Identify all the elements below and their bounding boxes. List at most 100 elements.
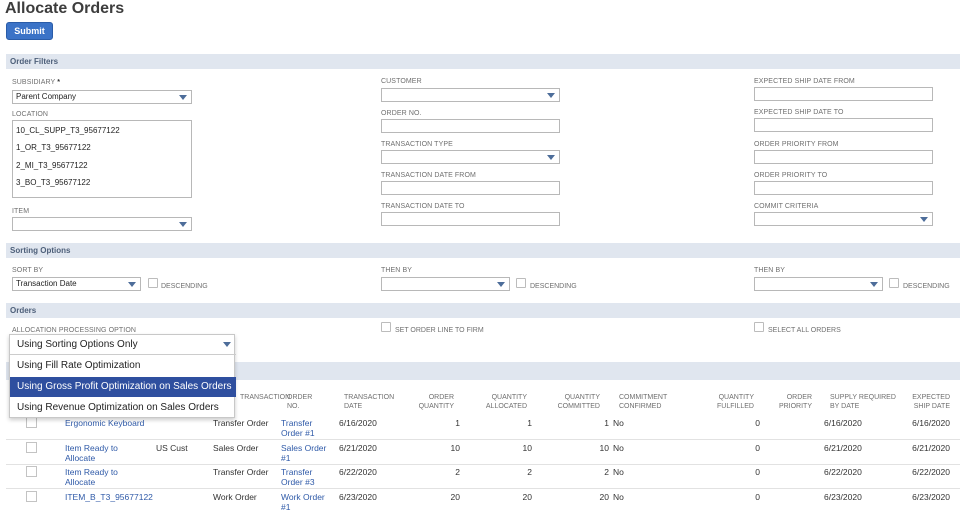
- supply-date-cell: 6/16/2020: [824, 418, 862, 428]
- order-link[interactable]: Transfer Order #1: [281, 418, 315, 438]
- ship-date-cell: 6/16/2020: [912, 418, 950, 428]
- allocation-option-fill-rate[interactable]: Using Fill Rate Optimization: [10, 356, 236, 376]
- committed-qty-cell: 1: [604, 418, 609, 428]
- then-by-label-1: THEN BY: [381, 267, 413, 274]
- submit-button[interactable]: Submit: [6, 22, 53, 40]
- row-divider: [6, 488, 960, 489]
- location-option[interactable]: 1_OR_T3_95677122: [16, 143, 91, 152]
- ship-date-cell: 6/22/2020: [912, 467, 950, 477]
- date-cell: 6/22/2020: [339, 467, 377, 477]
- col-header-quantity-allocated: QUANTITY ALLOCATED: [485, 394, 527, 410]
- sort-by-select[interactable]: Transaction Date: [12, 277, 141, 291]
- confirmed-cell: No: [613, 492, 624, 502]
- descending-checkbox-3[interactable]: [889, 278, 899, 288]
- allocation-option-dropdown[interactable]: Using Sorting Options Only Using Fill Ra…: [9, 334, 236, 418]
- col-header-supply-required: SUPPLY REQUIRED BY DATE: [830, 394, 896, 410]
- confirmed-cell: No: [613, 443, 624, 453]
- committed-qty-cell: 2: [604, 467, 609, 477]
- chevron-down-icon: [870, 282, 878, 287]
- order-no-label: ORDER NO.: [381, 110, 422, 117]
- fulfilled-cell: 0: [755, 492, 760, 502]
- col-header-order-no: ORDER NO.: [287, 394, 313, 410]
- descending-checkbox-2[interactable]: [516, 278, 526, 288]
- allocation-option-gross-profit[interactable]: Using Gross Profit Optimization on Sales…: [10, 377, 236, 397]
- order-priority-from-input[interactable]: [754, 150, 933, 164]
- item-link[interactable]: Item Ready to Allocate: [65, 467, 118, 487]
- transaction-type-select[interactable]: [381, 150, 560, 164]
- col-header-quantity-fulfilled: QUANTITY FULFILLED: [717, 394, 754, 410]
- select-all-orders-label: SELECT ALL ORDERS: [768, 327, 841, 334]
- col-header-order-quantity: ORDER QUANTITY: [418, 394, 454, 410]
- order-qty-cell: 10: [450, 443, 460, 453]
- then-by-select-1[interactable]: [381, 277, 510, 291]
- col-header-expected-ship-date: EXPECTED SHIP DATE: [912, 394, 950, 410]
- allocation-option-label: ALLOCATION PROCESSING OPTION: [12, 327, 137, 334]
- confirmed-cell: No: [613, 418, 624, 428]
- fulfilled-cell: 0: [755, 443, 760, 453]
- row-checkbox[interactable]: [26, 491, 37, 502]
- alloc-qty-cell: 20: [522, 492, 532, 502]
- order-link[interactable]: Transfer Order #3: [281, 467, 315, 487]
- transaction-date-to-label: TRANSACTION DATE TO: [381, 203, 465, 210]
- allocation-option-revenue[interactable]: Using Revenue Optimization on Sales Orde…: [10, 398, 236, 418]
- supply-date-cell: 6/23/2020: [824, 492, 862, 502]
- commit-criteria-select[interactable]: [754, 212, 933, 226]
- row-checkbox[interactable]: [26, 442, 37, 453]
- type-cell: Transfer Order: [213, 418, 269, 428]
- descending-checkbox-1[interactable]: [148, 278, 158, 288]
- fulfilled-cell: 0: [755, 467, 760, 477]
- type-cell: Transfer Order: [213, 467, 269, 477]
- allocation-option-toggle[interactable]: [217, 337, 235, 352]
- set-order-line-firm-label: SET ORDER LINE TO FIRM: [395, 327, 484, 334]
- col-header-quantity-committed: QUANTITY COMMITTED: [557, 394, 600, 410]
- committed-qty-cell: 20: [599, 492, 609, 502]
- transaction-date-from-input[interactable]: [381, 181, 560, 195]
- supply-date-cell: 6/21/2020: [824, 443, 862, 453]
- date-cell: 6/23/2020: [339, 492, 377, 502]
- row-divider: [6, 439, 960, 440]
- supply-date-cell: 6/22/2020: [824, 467, 862, 477]
- order-qty-cell: 20: [450, 492, 460, 502]
- descending-label-2: DESCENDING: [530, 283, 577, 290]
- order-priority-to-input[interactable]: [754, 181, 933, 195]
- select-all-orders-checkbox[interactable]: [754, 322, 764, 332]
- customer-select[interactable]: [381, 88, 560, 102]
- alloc-qty-cell: 10: [522, 443, 532, 453]
- col-header-transaction: TRANSACTION: [240, 394, 291, 401]
- order-qty-cell: 2: [455, 467, 460, 477]
- location-option[interactable]: 3_BO_T3_95677122: [16, 178, 90, 187]
- order-no-input[interactable]: [381, 119, 560, 133]
- order-priority-to-label: ORDER PRIORITY TO: [754, 172, 828, 179]
- location-listbox[interactable]: 10_CL_SUPP_T3_95677122 1_OR_T3_95677122 …: [12, 120, 192, 198]
- section-orders: Orders: [6, 303, 960, 318]
- then-by-label-2: THEN BY: [754, 267, 786, 274]
- row-checkbox[interactable]: [26, 466, 37, 477]
- chevron-down-icon: [920, 217, 928, 222]
- chevron-down-icon: [223, 342, 231, 347]
- row-checkbox[interactable]: [26, 417, 37, 428]
- allocation-option-selected[interactable]: Using Sorting Options Only: [10, 335, 236, 355]
- then-by-select-2[interactable]: [754, 277, 883, 291]
- col-header-order-priority: ORDER PRIORITY: [778, 394, 812, 410]
- expected-ship-from-input[interactable]: [754, 87, 933, 101]
- subsidiary-select[interactable]: Parent Company: [12, 90, 192, 104]
- item-link[interactable]: ITEM_B_T3_95677122: [65, 492, 153, 502]
- alloc-qty-cell: 1: [527, 418, 532, 428]
- item-link[interactable]: Ergonomic Keyboard: [65, 418, 144, 428]
- page-title: Allocate Orders: [5, 0, 125, 17]
- set-order-line-firm-checkbox[interactable]: [381, 322, 391, 332]
- location-option[interactable]: 10_CL_SUPP_T3_95677122: [16, 126, 120, 135]
- descending-label-3: DESCENDING: [903, 283, 950, 290]
- col-header-transaction-date: TRANSACTION DATE: [344, 394, 395, 410]
- required-marker: *: [57, 79, 61, 86]
- order-priority-from-label: ORDER PRIORITY FROM: [754, 141, 839, 148]
- order-link[interactable]: Sales Order #1: [281, 443, 326, 463]
- item-link[interactable]: Item Ready to Allocate: [65, 443, 118, 463]
- item-select[interactable]: [12, 217, 192, 231]
- location-option[interactable]: 2_MI_T3_95677122: [16, 161, 88, 170]
- order-link[interactable]: Work Order #1: [281, 492, 325, 512]
- transaction-date-to-input[interactable]: [381, 212, 560, 226]
- date-cell: 6/16/2020: [339, 418, 377, 428]
- expected-ship-to-input[interactable]: [754, 118, 933, 132]
- chevron-down-icon: [128, 282, 136, 287]
